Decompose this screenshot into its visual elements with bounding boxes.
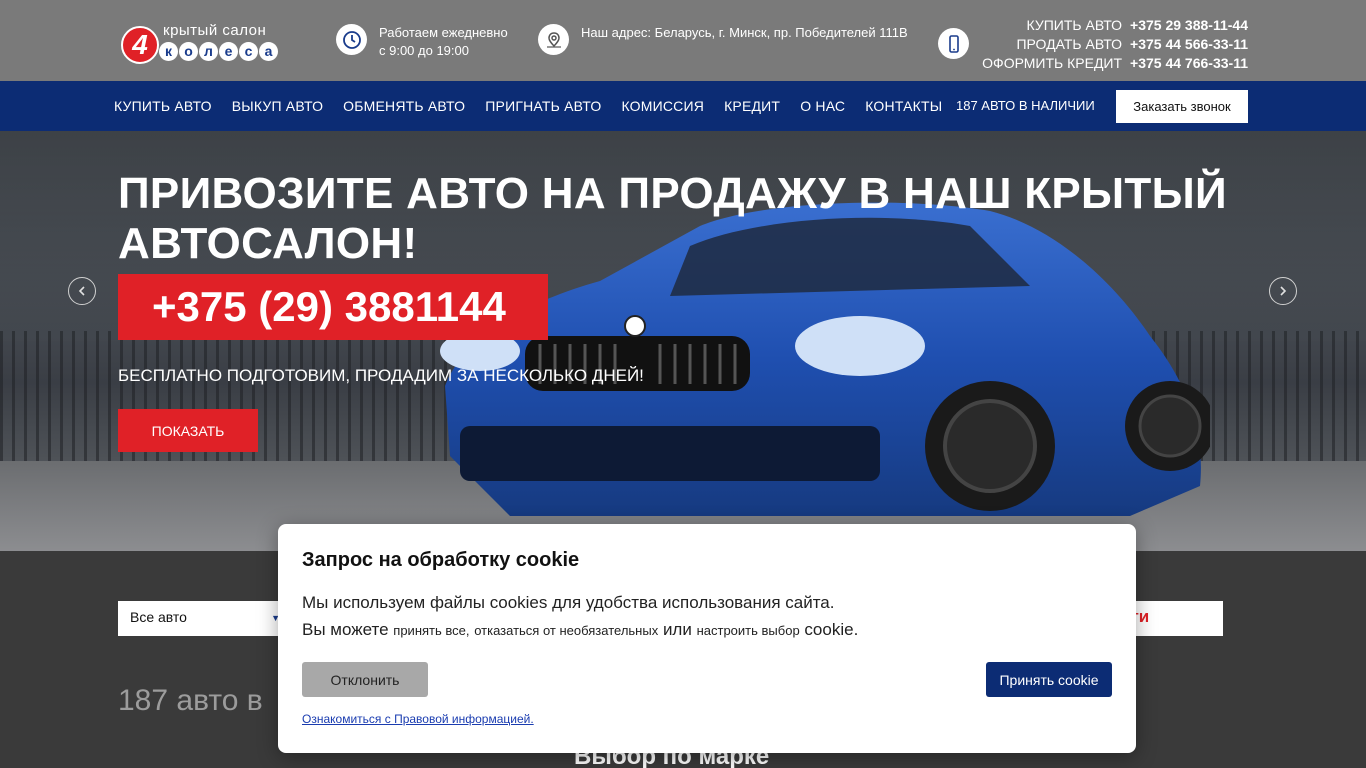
logo-digit: 4 xyxy=(121,26,159,64)
logo-letter: с xyxy=(239,42,258,61)
nav-item-contacts[interactable]: КОНТАКТЫ xyxy=(865,98,942,114)
contact-phone-link[interactable]: +375 44 766-33-11 xyxy=(1130,55,1248,71)
cookie-text: Вы можете xyxy=(302,620,389,639)
contact-label: ОФОРМИТЬ КРЕДИТ xyxy=(982,55,1123,71)
request-callback-button[interactable]: Заказать звонок xyxy=(1116,90,1248,123)
main-nav: КУПИТЬ АВТО ВЫКУП АВТО ОБМЕНЯТЬ АВТО ПРИ… xyxy=(0,81,1366,131)
show-button[interactable]: ПОКАЗАТЬ xyxy=(118,409,258,452)
contact-row-credit: ОФОРМИТЬ КРЕДИТ +375 44 766-33-11 xyxy=(982,54,1248,73)
cookie-options-text: Вы можете принять все, отказаться от нео… xyxy=(302,620,858,640)
cookie-text: cookie. xyxy=(804,620,859,639)
nav-item-buy[interactable]: КУПИТЬ АВТО xyxy=(114,98,212,114)
slider-next-button[interactable] xyxy=(1269,277,1297,305)
chevron-left-icon xyxy=(78,286,85,296)
map-pin-icon xyxy=(538,24,569,55)
cookie-customize-link[interactable]: настроить выбор xyxy=(697,623,800,638)
clock-icon xyxy=(336,24,367,55)
legal-info-link[interactable]: Ознакомиться с Правовой информацией. xyxy=(302,712,534,726)
logo-letter: а xyxy=(259,42,278,61)
contact-row-sell: ПРОДАТЬ АВТО +375 44 566-33-11 xyxy=(982,35,1248,54)
nav-item-credit[interactable]: КРЕДИТ xyxy=(724,98,780,114)
cookie-description: Мы используем файлы cookies для удобства… xyxy=(302,593,835,612)
contact-row-buy: КУПИТЬ АВТО +375 29 388-11-44 xyxy=(982,16,1248,35)
logo-letter: е xyxy=(219,42,238,61)
cookie-decline-button[interactable]: Отклонить xyxy=(302,662,428,697)
contact-phones: КУПИТЬ АВТО +375 29 388-11-44 ПРОДАТЬ АВТ… xyxy=(982,16,1248,73)
site-logo[interactable]: 4 крытый салон к о л е с а xyxy=(121,22,281,70)
cookie-decline-optional-link[interactable]: отказаться от необязательных xyxy=(474,623,658,638)
contact-phone-link[interactable]: +375 44 566-33-11 xyxy=(1130,36,1248,52)
car-type-value: Все авто xyxy=(130,609,187,625)
hero-title: ПРИВОЗИТЕ АВТО НА ПРОДАЖУ В НАШ КРЫТЫЙ А… xyxy=(118,169,1227,268)
logo-wordmark: к о л е с а xyxy=(159,42,278,61)
stock-count-link[interactable]: 187 АВТО В НАЛИЧИИ xyxy=(956,98,1095,113)
nav-item-about[interactable]: О НАС xyxy=(800,98,845,114)
smartphone-icon xyxy=(938,28,969,59)
cookie-text: или xyxy=(662,620,692,639)
hours-line-2: с 9:00 до 19:00 xyxy=(379,43,469,58)
nav-item-buyout[interactable]: ВЫКУП АВТО xyxy=(232,98,323,114)
phone-icon-block xyxy=(938,28,969,59)
cookie-consent-dialog: Запрос на обработку cookie Мы используем… xyxy=(278,524,1136,753)
cookie-dialog-title: Запрос на обработку cookie xyxy=(302,549,580,571)
hero-subtitle: БЕСПЛАТНО ПОДГОТОВИМ, ПРОДАДИМ ЗА НЕСКОЛ… xyxy=(118,366,644,385)
hero-slider: ПРИВОЗИТЕ АВТО НА ПРОДАЖУ В НАШ КРЫТЫЙ А… xyxy=(0,131,1366,551)
logo-letter: л xyxy=(199,42,218,61)
contact-label: ПРОДАТЬ АВТО xyxy=(1016,36,1123,52)
stock-count-heading: 187 авто в xyxy=(118,684,263,717)
working-hours: Работаем ежедневно с 9:00 до 19:00 xyxy=(336,24,508,60)
address-text: Наш адрес: Беларусь, г. Минск, пр. Побед… xyxy=(581,25,908,40)
logo-letter: к xyxy=(159,42,178,61)
cookie-accept-button[interactable]: Принять cookie xyxy=(986,662,1112,697)
address-block: Наш адрес: Беларусь, г. Минск, пр. Побед… xyxy=(538,24,908,55)
nav-item-exchange[interactable]: ОБМЕНЯТЬ АВТО xyxy=(343,98,465,114)
logo-letter: о xyxy=(179,42,198,61)
hours-line-1: Работаем ежедневно xyxy=(379,25,508,40)
slider-prev-button[interactable] xyxy=(68,277,96,305)
hero-phone[interactable]: +375 (29) 3881144 xyxy=(118,274,548,340)
cookie-accept-all-link[interactable]: принять все, xyxy=(393,623,469,638)
contact-phone-link[interactable]: +375 29 388-11-44 xyxy=(1130,17,1248,33)
nav-item-import[interactable]: ПРИГНАТЬ АВТО xyxy=(485,98,601,114)
top-header: 4 крытый салон к о л е с а Работаем ежед… xyxy=(0,0,1366,81)
logo-tagline: крытый салон xyxy=(163,22,267,39)
car-type-select[interactable]: Все авто ▼ xyxy=(118,601,288,636)
nav-item-commission[interactable]: КОМИССИЯ xyxy=(621,98,704,114)
contact-label: КУПИТЬ АВТО xyxy=(1026,17,1123,33)
chevron-right-icon xyxy=(1280,286,1287,296)
